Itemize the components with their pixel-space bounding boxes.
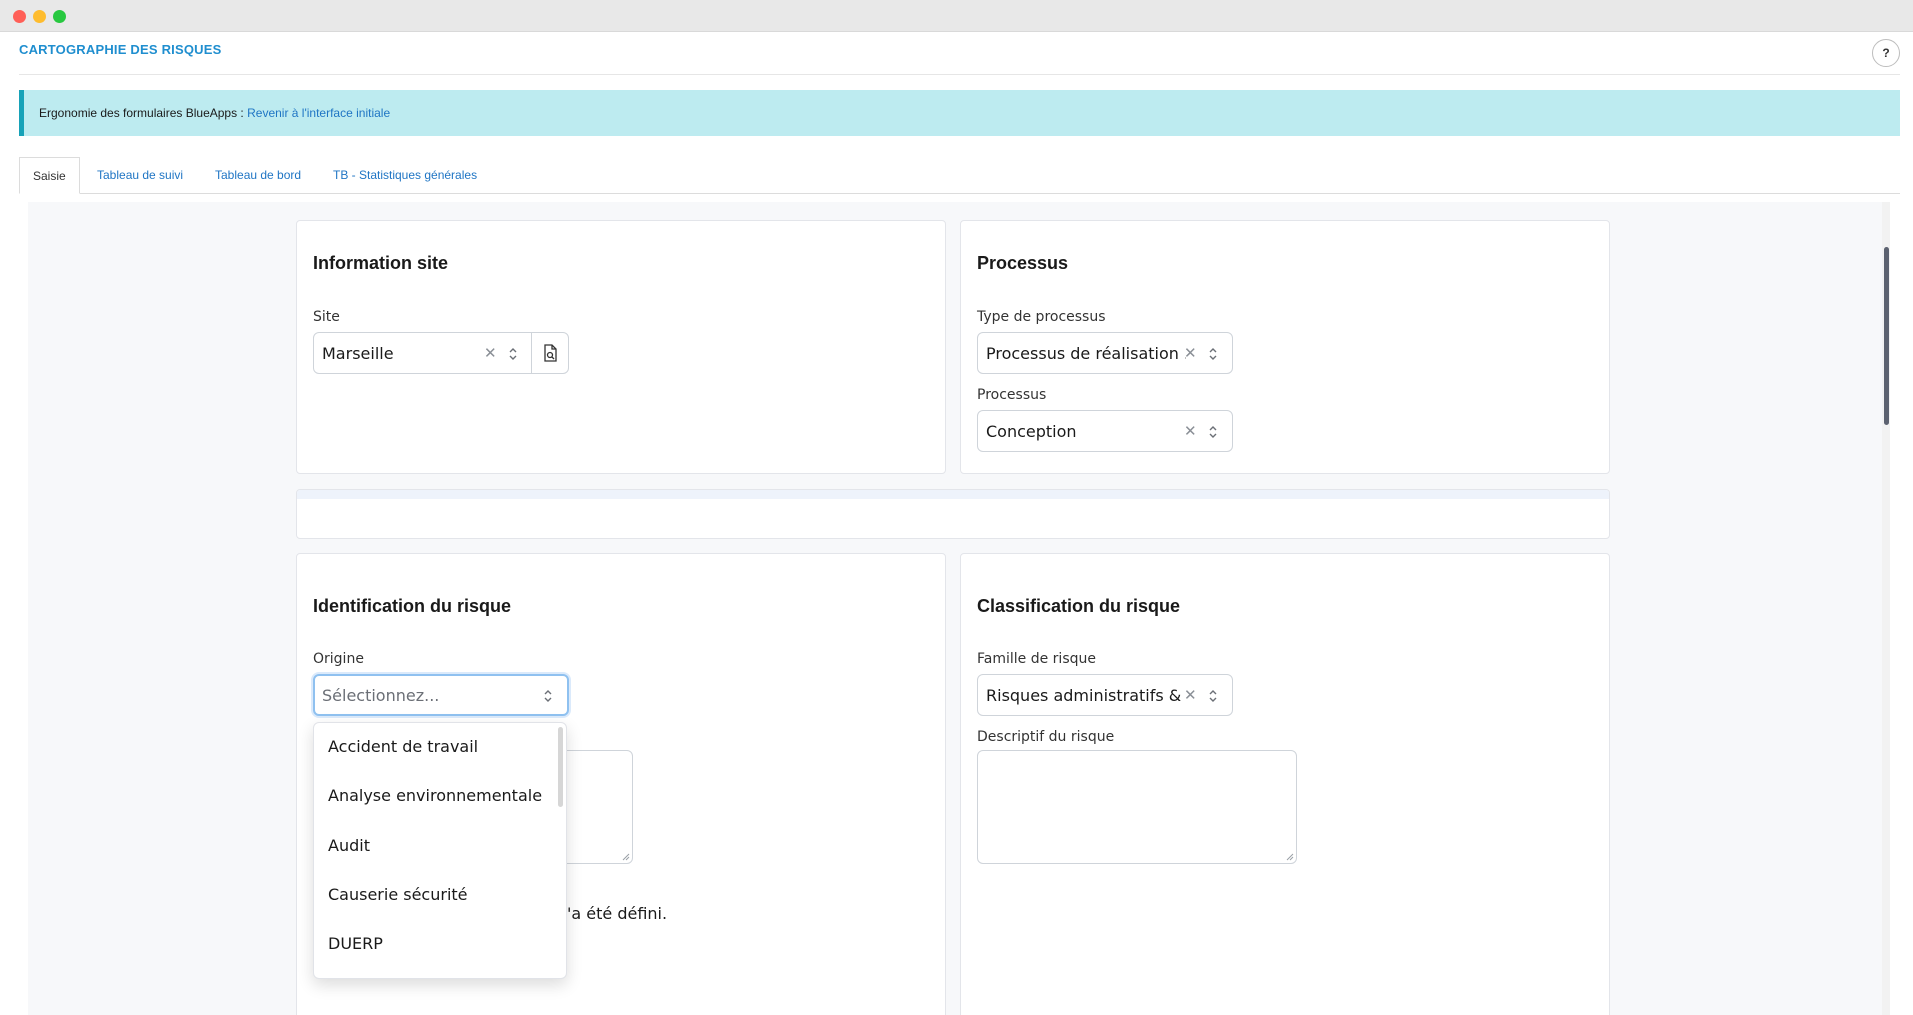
site-select[interactable]: Marseille ✕ — [313, 332, 569, 374]
revert-interface-link[interactable]: Revenir à l'interface initiale — [247, 106, 390, 120]
descriptif-risque-textarea[interactable] — [977, 750, 1297, 864]
card-classification-risque: Classification du risque Famille de risq… — [960, 553, 1610, 1015]
tab-saisie[interactable]: Saisie — [19, 157, 80, 194]
card-processus: Processus Type de processus Processus de… — [960, 220, 1610, 474]
card-title-identification: Identification du risque — [313, 596, 512, 616]
processus-label: Processus — [977, 387, 1047, 403]
dropdown-scrollbar-thumb[interactable] — [558, 727, 563, 807]
type-processus-label: Type de processus — [977, 309, 1106, 325]
chevron-updown-icon — [1209, 690, 1217, 702]
site-label: Site — [313, 309, 340, 325]
dropdown-option[interactable]: Accident de travail — [328, 737, 478, 756]
processus-value: Conception — [986, 422, 1077, 441]
site-lookup-button[interactable] — [531, 333, 568, 373]
maximize-window-button[interactable] — [53, 10, 66, 23]
type-processus-value: Processus de réalisation ... — [986, 344, 1186, 363]
descriptif-risque-label: Descriptif du risque — [977, 729, 1115, 745]
card-title-classification: Classification du risque — [977, 596, 1181, 616]
card-information-site: Information site Site Marseille ✕ — [296, 220, 946, 474]
origine-placeholder: Sélectionnez... — [322, 686, 440, 705]
close-icon[interactable]: ✕ — [1184, 344, 1197, 362]
separator-stripe — [297, 490, 1609, 499]
dropdown-option[interactable]: Analyse environnementale — [328, 786, 542, 805]
chevron-updown-icon — [544, 690, 552, 702]
banner-text: Ergonomie des formulaires BlueApps : — [39, 106, 248, 120]
card-title-information-site: Information site — [313, 253, 449, 273]
tab-tb-statistiques[interactable]: TB - Statistiques générales — [333, 157, 477, 194]
close-window-button[interactable] — [13, 10, 26, 23]
section-separator — [296, 489, 1610, 539]
resize-grip-icon[interactable] — [1286, 853, 1294, 861]
page-title: CARTOGRAPHIE DES RISQUES — [19, 42, 222, 57]
page-scrollbar-thumb[interactable] — [1884, 247, 1889, 425]
close-icon[interactable]: ✕ — [484, 344, 497, 362]
famille-risque-value: Risques administratifs & ... — [986, 686, 1186, 705]
dropdown-option[interactable]: DUERP — [328, 934, 383, 953]
info-message-text: 'a été défini. — [567, 904, 668, 923]
tab-tableau-de-bord[interactable]: Tableau de bord — [215, 157, 301, 194]
tab-bar: Saisie Tableau de suivi Tableau de bord … — [19, 157, 1900, 194]
tab-tableau-de-suivi[interactable]: Tableau de suivi — [97, 157, 183, 194]
origine-label: Origine — [313, 651, 364, 667]
processus-select[interactable]: Conception ✕ — [977, 410, 1233, 452]
info-banner: Ergonomie des formulaires BlueApps : Rev… — [19, 90, 1900, 136]
chevron-updown-icon — [1209, 426, 1217, 438]
dropdown-option[interactable]: Audit — [328, 836, 370, 855]
close-icon[interactable]: ✕ — [1184, 686, 1197, 704]
chevron-updown-icon — [1209, 348, 1217, 360]
chevron-updown-icon — [509, 348, 517, 360]
resize-grip-icon[interactable] — [622, 853, 630, 861]
origine-select[interactable]: Sélectionnez... — [313, 674, 569, 716]
app-header: CARTOGRAPHIE DES RISQUES ? — [19, 32, 1900, 75]
famille-risque-label: Famille de risque — [977, 651, 1096, 667]
help-button[interactable]: ? — [1872, 39, 1900, 67]
document-search-icon — [544, 344, 557, 362]
card-title-processus: Processus — [977, 253, 1069, 273]
type-processus-select[interactable]: Processus de réalisation ... ✕ — [977, 332, 1233, 374]
site-value: Marseille — [322, 344, 394, 363]
close-icon[interactable]: ✕ — [1184, 422, 1197, 440]
window-titlebar — [0, 0, 1913, 32]
famille-risque-select[interactable]: Risques administratifs & ... ✕ — [977, 674, 1233, 716]
dropdown-option[interactable]: Causerie sécurité — [328, 885, 468, 904]
origine-dropdown-list: Accident de travail Analyse environnemen… — [313, 722, 567, 979]
minimize-window-button[interactable] — [33, 10, 46, 23]
